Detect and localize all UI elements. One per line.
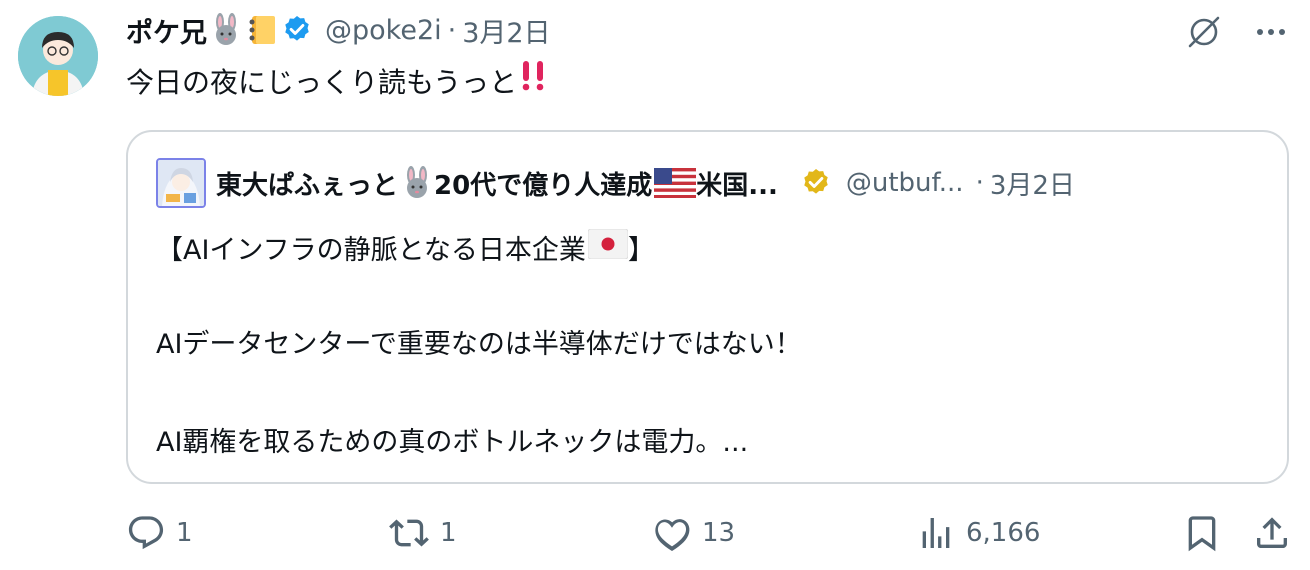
views-count: 6,166 — [966, 518, 1041, 548]
tweet-date[interactable]: 3月2日 — [462, 11, 550, 50]
retweet-icon — [389, 519, 429, 547]
quoted-tweet-header: 東大ぱふぇっと 20代で億り人達成 米国... @utbuf... · 3月2日 — [156, 158, 1075, 208]
retweet-button[interactable]: 1 — [388, 513, 457, 553]
views-icon — [922, 518, 950, 548]
grok-icon[interactable] — [1184, 12, 1224, 56]
quoted-tweet-date[interactable]: 3月2日 — [990, 165, 1075, 202]
tweet-header: ポケ兄 @poke2i · 3月2日 — [126, 10, 551, 50]
tweet-text: 今日の夜にじっくり読もうっと — [126, 58, 549, 101]
like-icon — [655, 519, 690, 552]
share-icon — [1257, 517, 1287, 548]
author-handle[interactable]: @poke2i — [325, 15, 442, 46]
notebook-icon — [245, 13, 279, 47]
separator: · — [447, 14, 457, 46]
quoted-text-line-1-main: 【AIインフラの静脈となる日本企業 — [156, 235, 586, 266]
like-count: 13 — [702, 518, 736, 548]
bookmark-icon — [1188, 516, 1216, 552]
reply-button[interactable]: 1 — [126, 513, 193, 553]
author-name[interactable]: ポケ兄 — [126, 11, 207, 50]
quoted-author-name-part3[interactable]: 米国... — [696, 165, 778, 202]
reply-icon — [128, 516, 164, 550]
quoted-text-line-1-end: 】 — [627, 235, 655, 266]
rabbit-face-icon — [400, 166, 434, 200]
quoted-tweet-card[interactable]: 東大ぱふぇっと 20代で億り人達成 米国... @utbuf... · 3月2日… — [126, 130, 1289, 484]
quoted-author-name-part1[interactable]: 東大ぱふぇっと — [216, 165, 398, 202]
us-flag-icon — [654, 168, 697, 198]
reply-count: 1 — [176, 518, 193, 548]
more-icon[interactable] — [1254, 15, 1288, 53]
quoted-separator: · — [975, 168, 984, 198]
double-exclamation-mark-icon — [519, 58, 549, 92]
japan-flag-icon — [587, 229, 628, 259]
tweet-top-actions — [1184, 12, 1288, 56]
quoted-author-name-part2[interactable]: 20代で億り人達成 — [434, 165, 652, 202]
quoted-author-handle[interactable]: @utbuf... — [846, 168, 964, 198]
tweet-action-bar: 1 1 13 6,166 — [126, 513, 1310, 563]
verified-badge-icon[interactable] — [281, 14, 313, 46]
avatar-illustration — [18, 16, 98, 96]
quoted-text-line-1: 【AIインフラの静脈となる日本企業 】 — [156, 228, 655, 267]
verified-gold-badge-icon[interactable] — [800, 167, 832, 199]
share-button[interactable] — [1252, 513, 1292, 553]
retweet-count: 1 — [440, 518, 457, 548]
tweet-text-body: 今日の夜にじっくり読もうっと — [126, 66, 518, 99]
rabbit-face-icon — [209, 13, 243, 47]
author-avatar[interactable] — [18, 16, 98, 96]
quoted-text-line-2: AIデータセンターで重要なのは半導体だけではない！ — [156, 329, 802, 360]
quoted-text-line-3: AI覇権を取るための真のボトルネックは電力。... — [156, 427, 749, 458]
like-button[interactable]: 13 — [652, 513, 735, 553]
bookmark-button[interactable] — [1182, 513, 1222, 553]
quoted-author-avatar[interactable] — [156, 158, 206, 208]
views-button[interactable]: 6,166 — [916, 513, 1040, 553]
